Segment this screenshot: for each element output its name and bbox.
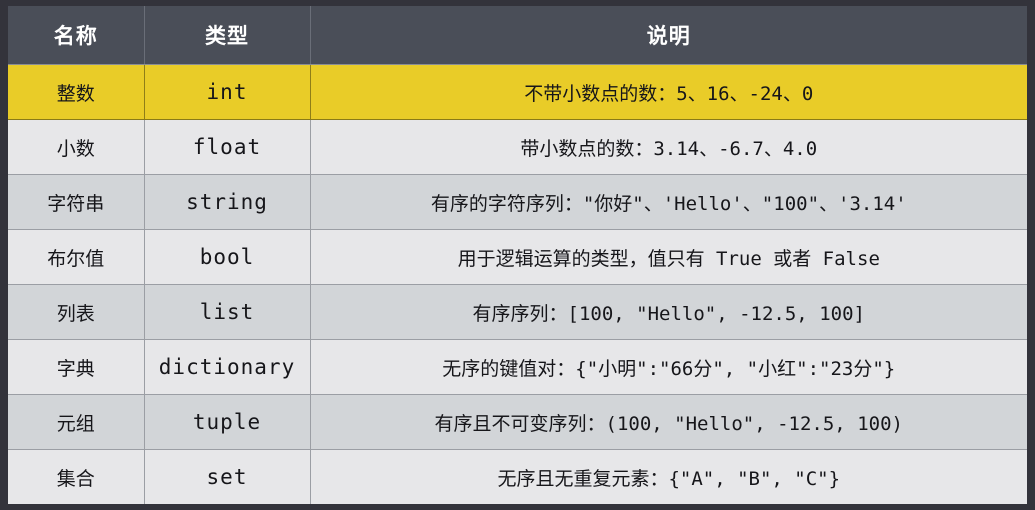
table-header: 名称 类型 说明: [8, 6, 1027, 65]
table-row: 元组 tuple 有序且不可变序列：(100, "Hello", -12.5, 10…: [8, 394, 1027, 450]
cell-description: 无序且无重复元素：{"A", "B", "C"}: [310, 449, 1027, 504]
cell-type-keyword: float: [144, 119, 311, 175]
cell-type-name: 集合: [8, 449, 145, 504]
python-datatypes-table: 名称 类型 说明 整数 int 不带小数点的数：5、16、-24、0 小数 float 带…: [8, 6, 1027, 504]
cell-description: 用于逻辑运算的类型，值只有 True 或者 False: [310, 229, 1027, 285]
cell-type-keyword: set: [144, 449, 311, 504]
cell-description: 不带小数点的数：5、16、-24、0: [310, 64, 1027, 120]
cell-type-keyword: dictionary: [144, 339, 311, 395]
column-header-description: 说明: [310, 6, 1027, 65]
table-body: 整数 int 不带小数点的数：5、16、-24、0 小数 float 带小数点的数：3.1…: [8, 64, 1027, 504]
cell-description: 有序序列：[100, "Hello", -12.5, 100]: [310, 284, 1027, 340]
table-row: 字典 dictionary 无序的键值对：{"小明":"66分", "小红":"23…: [8, 339, 1027, 395]
cell-type-name: 字典: [8, 339, 145, 395]
column-header-type: 类型: [144, 6, 311, 65]
cell-description: 带小数点的数：3.14、-6.7、4.0: [310, 119, 1027, 175]
table-header-row: 名称 类型 说明: [8, 6, 1027, 65]
cell-type-keyword: string: [144, 174, 311, 230]
cell-type-name: 字符串: [8, 174, 145, 230]
cell-type-name: 列表: [8, 284, 145, 340]
table-row: 布尔值 bool 用于逻辑运算的类型，值只有 True 或者 False: [8, 229, 1027, 285]
cell-description: 无序的键值对：{"小明":"66分", "小红":"23分"}: [310, 339, 1027, 395]
column-header-name: 名称: [8, 6, 145, 65]
cell-type-keyword: int: [144, 64, 311, 120]
table-row: 整数 int 不带小数点的数：5、16、-24、0: [8, 64, 1027, 120]
cell-type-keyword: tuple: [144, 394, 311, 450]
cell-description: 有序的字符序列："你好"、'Hello'、"100"、'3.14': [310, 174, 1027, 230]
cell-type-name: 小数: [8, 119, 145, 175]
table-frame: 名称 类型 说明 整数 int 不带小数点的数：5、16、-24、0 小数 float 带…: [0, 0, 1035, 510]
cell-type-name: 整数: [8, 64, 145, 120]
cell-type-keyword: list: [144, 284, 311, 340]
cell-type-keyword: bool: [144, 229, 311, 285]
cell-type-name: 元组: [8, 394, 145, 450]
table-row: 小数 float 带小数点的数：3.14、-6.7、4.0: [8, 119, 1027, 175]
table-row: 集合 set 无序且无重复元素：{"A", "B", "C"}: [8, 449, 1027, 504]
table-row: 字符串 string 有序的字符序列："你好"、'Hello'、"100"、'3.1…: [8, 174, 1027, 230]
cell-description: 有序且不可变序列：(100, "Hello", -12.5, 100): [310, 394, 1027, 450]
table-row: 列表 list 有序序列：[100, "Hello", -12.5, 100]: [8, 284, 1027, 340]
cell-type-name: 布尔值: [8, 229, 145, 285]
